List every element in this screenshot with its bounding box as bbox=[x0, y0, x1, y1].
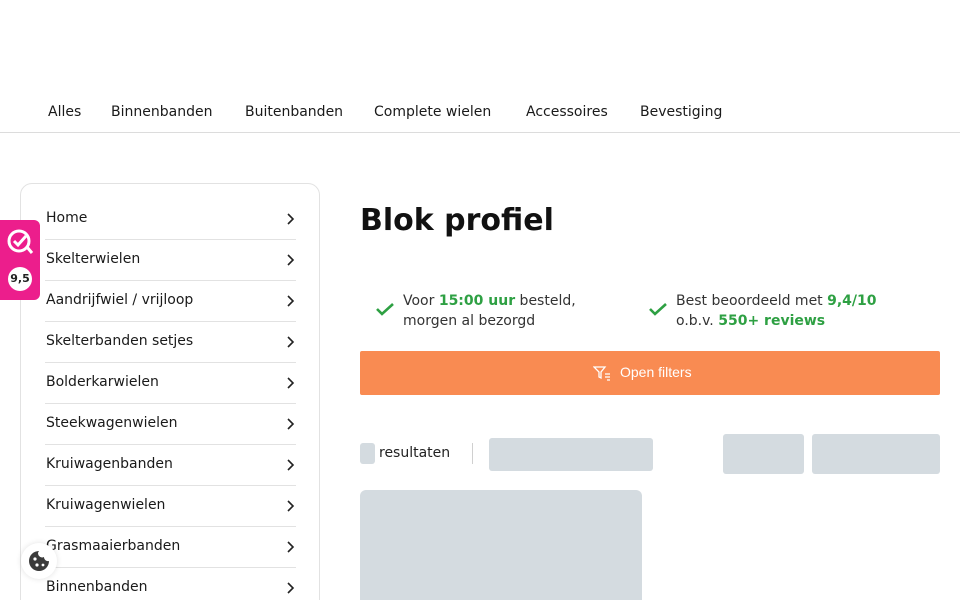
chevron-right-icon bbox=[287, 582, 295, 594]
usp-delivery: Voor 15:00 uur besteld, morgen al bezorg… bbox=[375, 291, 625, 333]
chevron-right-icon bbox=[287, 213, 295, 225]
sidebar-item-steekwagenwielen[interactable]: Steekwagenwielen bbox=[45, 404, 296, 445]
rating-score: 9,5 bbox=[8, 267, 32, 291]
sidebar-item-label: Grasmaaierbanden bbox=[46, 538, 181, 554]
sidebar-item-kruiwagenwielen[interactable]: Kruiwagenwielen bbox=[45, 486, 296, 527]
chevron-right-icon bbox=[287, 459, 295, 471]
tab-complete-wielen[interactable]: Complete wielen bbox=[374, 104, 491, 120]
cookie-settings-button[interactable] bbox=[21, 543, 57, 579]
tab-binnenbanden[interactable]: Binnenbanden bbox=[111, 104, 212, 120]
product-card-placeholder bbox=[360, 490, 642, 600]
usp-rating: Best beoordeeld met 9,4/10 o.b.v. 550+ r… bbox=[648, 291, 918, 333]
usp-text: Best beoordeeld met 9,4/10 o.b.v. 550+ r… bbox=[676, 291, 877, 331]
sidebar-item-grasmaaierbanden[interactable]: Grasmaaierbanden bbox=[45, 527, 296, 568]
sidebar-item-skelterwielen[interactable]: Skelterwielen bbox=[45, 240, 296, 281]
check-icon bbox=[649, 303, 667, 316]
sidebar-item-bolderkarwielen[interactable]: Bolderkarwielen bbox=[45, 363, 296, 404]
loading-placeholder bbox=[723, 434, 804, 474]
tab-accessoires[interactable]: Accessoires bbox=[526, 104, 608, 120]
sidebar-item-label: Skelterwielen bbox=[46, 251, 141, 267]
category-sidebar: Home Skelterwielen Aandrijfwiel / vrijlo… bbox=[20, 183, 320, 600]
chevron-right-icon bbox=[287, 500, 295, 512]
open-filters-button[interactable]: Open filters bbox=[360, 351, 940, 395]
tab-buitenbanden[interactable]: Buitenbanden bbox=[245, 104, 343, 120]
results-toolbar: resultaten bbox=[360, 434, 940, 474]
usp-highlight: 9,4/10 bbox=[827, 293, 877, 309]
usp-text-part: morgen al bezorgd bbox=[403, 313, 536, 329]
chevron-right-icon bbox=[287, 295, 295, 307]
category-list: Home Skelterwielen Aandrijfwiel / vrijlo… bbox=[45, 199, 296, 600]
sidebar-item-label: Skelterbanden setjes bbox=[46, 333, 194, 349]
sidebar-item-label: Aandrijfwiel / vrijloop bbox=[46, 292, 194, 308]
sidebar-item-label: Kruiwagenwielen bbox=[46, 497, 166, 513]
category-tabs: Alles Binnenbanden Buitenbanden Complete… bbox=[0, 92, 960, 133]
sidebar-item-label: Home bbox=[46, 210, 88, 226]
chevron-right-icon bbox=[287, 377, 295, 389]
review-logo-icon bbox=[7, 229, 34, 254]
sidebar-item-home[interactable]: Home bbox=[45, 199, 296, 240]
chevron-right-icon bbox=[287, 254, 295, 266]
chevron-right-icon bbox=[287, 336, 295, 348]
tab-alles[interactable]: Alles bbox=[48, 104, 81, 120]
sidebar-item-label: Bolderkarwielen bbox=[46, 374, 159, 390]
sidebar-item-label: Kruiwagenbanden bbox=[46, 456, 173, 472]
usp-text-part: Voor bbox=[403, 293, 439, 309]
tab-bevestiging[interactable]: Bevestiging bbox=[640, 104, 722, 120]
usp-highlight: 550+ reviews bbox=[718, 313, 826, 329]
usp-text-part: Best beoordeeld met bbox=[676, 293, 828, 309]
cookie-icon bbox=[29, 551, 49, 571]
page-title: Blok profiel bbox=[360, 203, 554, 238]
usp-text: Voor 15:00 uur besteld, morgen al bezorg… bbox=[403, 291, 576, 331]
sidebar-item-label: Binnenbanden bbox=[46, 579, 148, 595]
divider bbox=[472, 443, 473, 464]
usp-text-part: besteld, bbox=[515, 293, 576, 309]
filter-icon bbox=[593, 366, 610, 381]
loading-placeholder bbox=[489, 438, 653, 471]
sidebar-item-binnenbanden[interactable]: Binnenbanden bbox=[45, 568, 296, 600]
results-label: resultaten bbox=[379, 445, 451, 461]
sidebar-item-aandrijfwiel[interactable]: Aandrijfwiel / vrijloop bbox=[45, 281, 296, 322]
usp-highlight: 15:00 uur bbox=[438, 293, 516, 309]
sidebar-item-skelterbanden-setjes[interactable]: Skelterbanden setjes bbox=[45, 322, 296, 363]
sidebar-item-kruiwagenbanden[interactable]: Kruiwagenbanden bbox=[45, 445, 296, 486]
check-icon bbox=[376, 303, 394, 316]
chevron-right-icon bbox=[287, 541, 295, 553]
rating-badge[interactable]: 9,5 bbox=[0, 220, 40, 300]
result-count-placeholder bbox=[360, 443, 375, 464]
loading-placeholder bbox=[812, 434, 940, 474]
usp-text-part: o.b.v. bbox=[676, 313, 719, 329]
sidebar-item-label: Steekwagenwielen bbox=[46, 415, 178, 431]
open-filters-label: Open filters bbox=[620, 364, 692, 380]
chevron-right-icon bbox=[287, 418, 295, 430]
